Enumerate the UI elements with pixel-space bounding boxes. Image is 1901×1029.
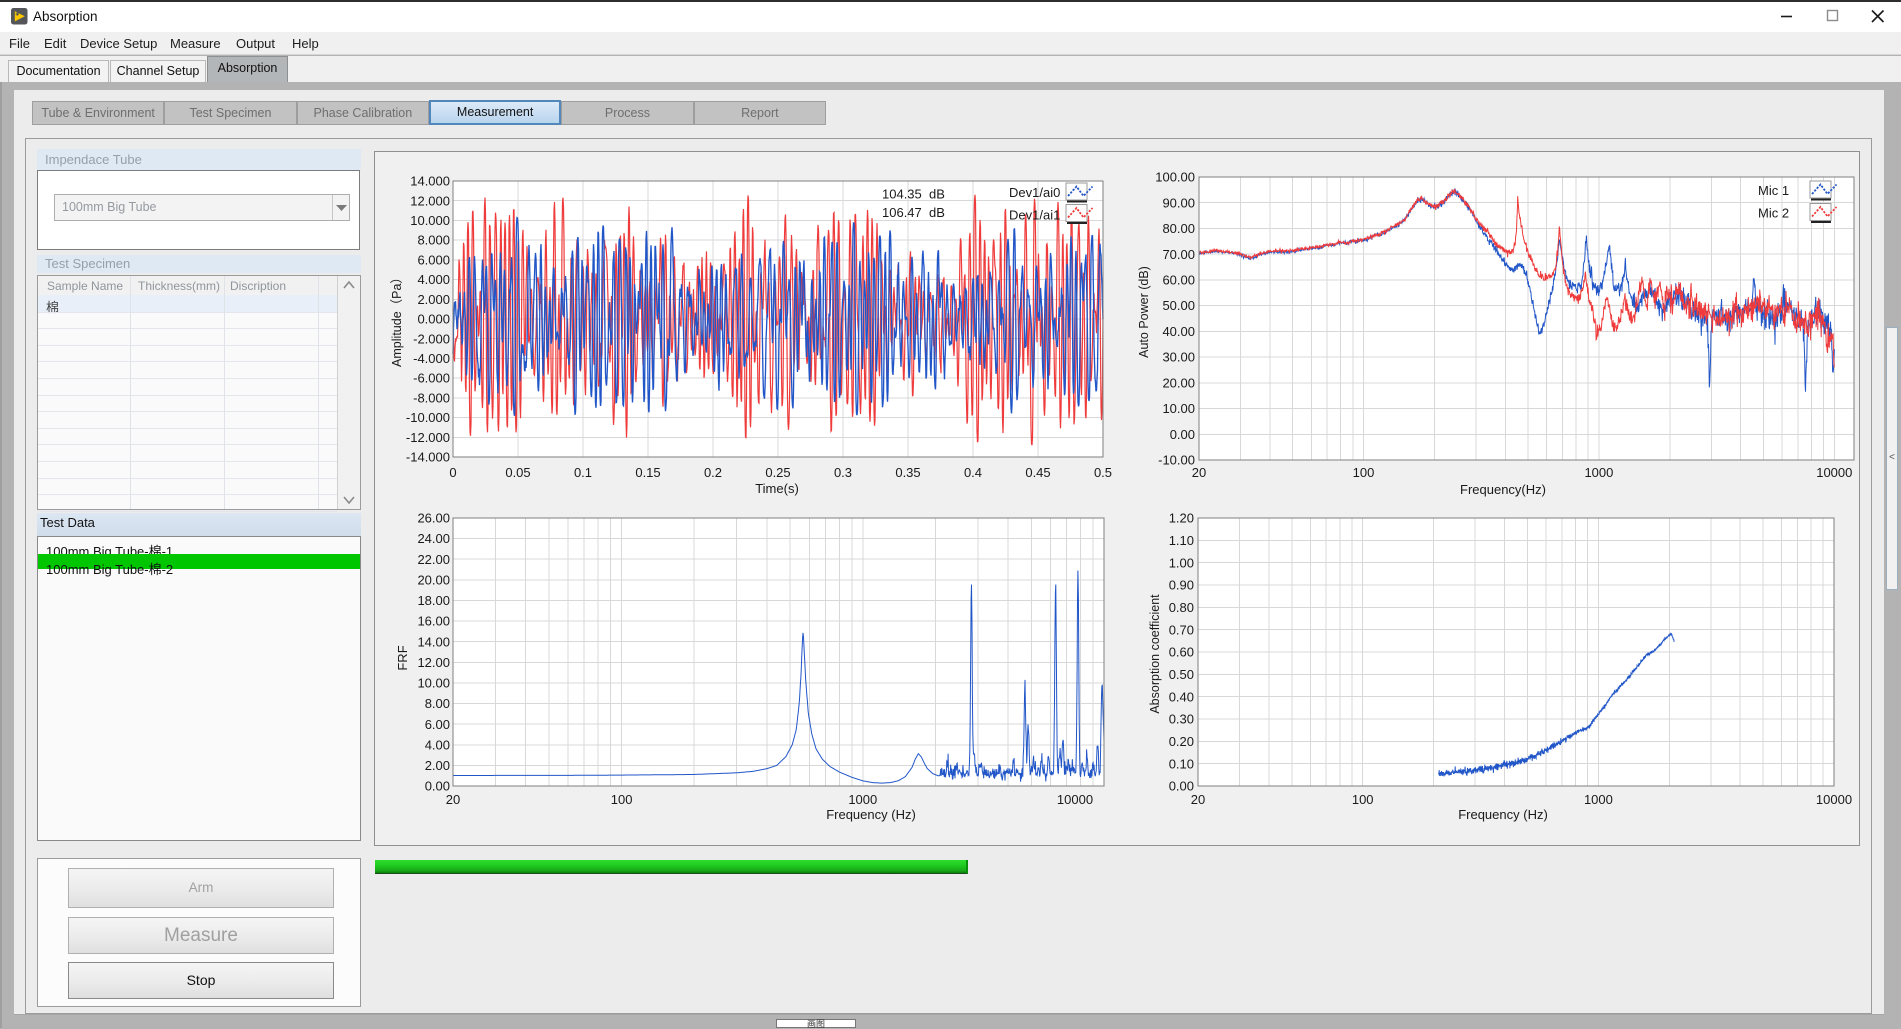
- svg-text:0.20: 0.20: [1169, 734, 1194, 749]
- svg-text:6.00: 6.00: [425, 717, 450, 732]
- svg-text:20: 20: [1192, 465, 1206, 480]
- svg-text:-12.000: -12.000: [406, 430, 450, 445]
- svg-text:10000: 10000: [1816, 465, 1852, 480]
- svg-text:FRF: FRF: [395, 645, 410, 670]
- svg-text:2.000: 2.000: [417, 292, 450, 307]
- svg-text:0.90: 0.90: [1169, 578, 1194, 593]
- svg-text:10.00: 10.00: [417, 676, 450, 691]
- svg-text:0.000: 0.000: [417, 312, 450, 327]
- svg-text:12.00: 12.00: [417, 655, 450, 670]
- svg-text:10000: 10000: [1816, 792, 1852, 807]
- svg-text:1000: 1000: [1584, 465, 1613, 480]
- svg-text:8.00: 8.00: [425, 696, 450, 711]
- svg-text:0.40: 0.40: [1169, 689, 1194, 704]
- svg-text:-8.000: -8.000: [413, 391, 450, 406]
- svg-text:0.3: 0.3: [834, 465, 852, 480]
- svg-text:100: 100: [1353, 465, 1375, 480]
- svg-text:10.00: 10.00: [1162, 401, 1195, 416]
- svg-text:100.00: 100.00: [1155, 170, 1195, 185]
- svg-text:0.50: 0.50: [1169, 667, 1194, 682]
- svg-text:20: 20: [1191, 792, 1205, 807]
- svg-text:Dev1/ai0: Dev1/ai0: [1009, 185, 1060, 200]
- svg-text:0.80: 0.80: [1169, 600, 1194, 615]
- svg-text:0: 0: [449, 465, 456, 480]
- svg-text:100: 100: [611, 792, 633, 807]
- svg-text:Absorption coefficient: Absorption coefficient: [1148, 594, 1162, 714]
- svg-text:50.00: 50.00: [1162, 298, 1195, 313]
- svg-text:Mic 2: Mic 2: [1758, 206, 1789, 221]
- svg-text:90.00: 90.00: [1162, 195, 1195, 210]
- svg-text:1000: 1000: [1584, 792, 1613, 807]
- svg-text:0.10: 0.10: [1169, 756, 1194, 771]
- svg-text:4.000: 4.000: [417, 272, 450, 287]
- svg-text:26.00: 26.00: [417, 511, 450, 526]
- svg-text:Time(s): Time(s): [755, 481, 799, 496]
- svg-text:1.00: 1.00: [1169, 555, 1194, 570]
- svg-text:Frequency(Hz): Frequency(Hz): [1460, 482, 1546, 497]
- svg-text:-2.000: -2.000: [413, 331, 450, 346]
- svg-text:0.35: 0.35: [895, 465, 920, 480]
- svg-text:24.00: 24.00: [417, 531, 450, 546]
- svg-text:Frequency (Hz): Frequency (Hz): [1458, 807, 1548, 822]
- svg-text:0.70: 0.70: [1169, 622, 1194, 637]
- svg-text:8.000: 8.000: [417, 233, 450, 248]
- svg-text:0.00: 0.00: [1170, 427, 1195, 442]
- svg-text:0.4: 0.4: [964, 465, 982, 480]
- svg-text:0.05: 0.05: [505, 465, 530, 480]
- svg-text:0.25: 0.25: [765, 465, 790, 480]
- svg-text:-6.000: -6.000: [413, 371, 450, 386]
- svg-text:0.1: 0.1: [574, 465, 592, 480]
- svg-text:20.00: 20.00: [417, 572, 450, 587]
- svg-text:-4.000: -4.000: [413, 351, 450, 366]
- svg-text:10.000: 10.000: [410, 213, 450, 228]
- svg-text:1.20: 1.20: [1169, 511, 1194, 526]
- svg-text:0.45: 0.45: [1025, 465, 1050, 480]
- svg-text:12.000: 12.000: [410, 193, 450, 208]
- svg-text:30.00: 30.00: [1162, 350, 1195, 365]
- svg-text:10000: 10000: [1057, 792, 1093, 807]
- svg-text:-10.00: -10.00: [1158, 453, 1195, 468]
- svg-text:4.00: 4.00: [425, 737, 450, 752]
- svg-text:Auto Power (dB): Auto Power (dB): [1137, 266, 1151, 358]
- svg-text:20: 20: [446, 792, 460, 807]
- svg-text:70.00: 70.00: [1162, 247, 1195, 262]
- svg-text:Dev1/ai1: Dev1/ai1: [1009, 208, 1060, 223]
- svg-text:6.000: 6.000: [417, 253, 450, 268]
- svg-text:0.60: 0.60: [1169, 645, 1194, 660]
- svg-text:-14.000: -14.000: [406, 450, 450, 465]
- svg-text:-10.000: -10.000: [406, 410, 450, 425]
- svg-text:100: 100: [1352, 792, 1374, 807]
- svg-text:0.15: 0.15: [635, 465, 660, 480]
- svg-text:0.5: 0.5: [1094, 465, 1112, 480]
- svg-text:1000: 1000: [848, 792, 877, 807]
- svg-text:2.00: 2.00: [425, 758, 450, 773]
- svg-text:0.30: 0.30: [1169, 712, 1194, 727]
- svg-text:60.00: 60.00: [1162, 273, 1195, 288]
- svg-text:40.00: 40.00: [1162, 324, 1195, 339]
- svg-text:104.35 dB: 104.35 dB: [882, 187, 945, 202]
- svg-text:20.00: 20.00: [1162, 375, 1195, 390]
- svg-text:106.47 dB: 106.47 dB: [882, 205, 945, 220]
- svg-text:14.000: 14.000: [410, 174, 450, 189]
- svg-text:14.00: 14.00: [417, 634, 450, 649]
- svg-text:18.00: 18.00: [417, 593, 450, 608]
- svg-text:Frequency (Hz): Frequency (Hz): [826, 807, 916, 822]
- svg-text:22.00: 22.00: [417, 552, 450, 567]
- svg-text:16.00: 16.00: [417, 614, 450, 629]
- svg-text:0.2: 0.2: [704, 465, 722, 480]
- svg-text:Amplitude（Pa）: Amplitude（Pa）: [390, 271, 404, 367]
- svg-text:1.10: 1.10: [1169, 533, 1194, 548]
- svg-text:80.00: 80.00: [1162, 221, 1195, 236]
- svg-text:Mic 1: Mic 1: [1758, 183, 1789, 198]
